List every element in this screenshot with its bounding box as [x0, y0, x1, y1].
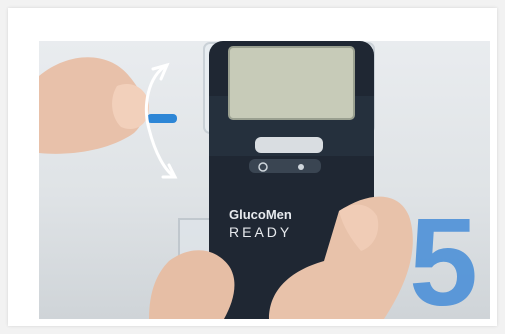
device-brand-line1: GlucoMen: [229, 207, 292, 222]
step-number: 5: [409, 194, 478, 319]
photo-card: GlucoMen READY 5: [8, 8, 497, 326]
twisting-hand: [39, 57, 177, 154]
device-brand-line2: READY: [229, 224, 292, 240]
instruction-photo: GlucoMen READY 5: [39, 41, 490, 319]
lancet-cap: [147, 114, 177, 123]
meter-screen: [228, 46, 355, 120]
